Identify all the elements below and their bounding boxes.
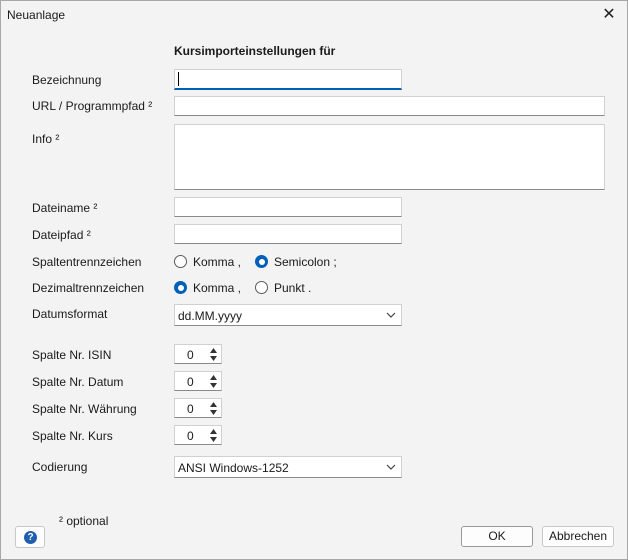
spalte-datum-label: Spalte Nr. Datum <box>32 375 124 389</box>
title-bar: Neuanlage ✕ <box>1 1 627 29</box>
help-button[interactable]: ? <box>15 526 45 548</box>
datumsformat-select[interactable]: dd.MM.yyyy <box>174 304 402 326</box>
spalte-waehrung-value: 0 <box>187 402 194 416</box>
form-heading: Kursimporteinstellungen für <box>174 44 336 58</box>
dateiname-input[interactable] <box>174 197 402 217</box>
dezimaltrenn-punkt-radio[interactable] <box>255 281 268 294</box>
spalte-kurs-stepper[interactable]: 0 <box>174 425 222 445</box>
spalte-datum-value: 0 <box>187 375 194 389</box>
codierung-value: ANSI Windows-1252 <box>178 461 289 475</box>
spalte-waehrung-label: Spalte Nr. Währung <box>32 402 137 416</box>
spin-up-icon[interactable] <box>206 427 220 435</box>
info-label: Info ² <box>32 132 60 146</box>
text-caret <box>178 72 179 86</box>
dateipfad-input[interactable] <box>174 224 402 244</box>
spaltentrenn-komma-label: Komma , <box>193 255 242 269</box>
spalte-datum-stepper[interactable]: 0 <box>174 371 222 391</box>
spalte-isin-value: 0 <box>187 348 194 362</box>
cancel-button[interactable]: Abbrechen <box>542 526 614 547</box>
close-icon[interactable]: ✕ <box>599 5 619 25</box>
chevron-down-icon <box>386 464 396 470</box>
spin-down-icon[interactable] <box>206 381 220 389</box>
spaltentrenn-komma-radio[interactable] <box>174 255 187 268</box>
spin-down-icon[interactable] <box>206 408 220 416</box>
bezeichnung-label: Bezeichnung <box>32 73 102 87</box>
dezimaltrenn-komma-radio[interactable] <box>174 281 187 294</box>
spalte-kurs-value: 0 <box>187 429 194 443</box>
spaltentrenn-semicolon-radio[interactable] <box>255 255 268 268</box>
spin-up-icon[interactable] <box>206 373 220 381</box>
dateipfad-label: Dateipfad ² <box>32 228 91 242</box>
dezimaltrenn-punkt-label: Punkt . <box>274 281 312 295</box>
info-textarea[interactable] <box>174 124 605 190</box>
help-icon: ? <box>24 531 37 544</box>
spaltentrenn-semicolon-label: Semicolon ; <box>274 255 337 269</box>
dezimaltrenn-label: Dezimaltrennzeichen <box>32 281 145 295</box>
codierung-label: Codierung <box>32 460 88 474</box>
spalte-kurs-label: Spalte Nr. Kurs <box>32 429 113 443</box>
url-label: URL / Programmpfad ² <box>32 99 153 113</box>
ok-button[interactable]: OK <box>461 526 533 547</box>
spin-up-icon[interactable] <box>206 400 220 408</box>
spalte-isin-stepper[interactable]: 0 <box>174 344 222 364</box>
optional-note: ² optional <box>59 514 109 528</box>
datumsformat-label: Datumsformat <box>32 307 108 321</box>
chevron-down-icon <box>386 312 396 318</box>
dezimaltrenn-komma-label: Komma , <box>193 281 242 295</box>
spin-down-icon[interactable] <box>206 354 220 362</box>
spin-up-icon[interactable] <box>206 346 220 354</box>
dialog-window: Neuanlage ✕ Kursimporteinstellungen für … <box>0 0 628 560</box>
codierung-select[interactable]: ANSI Windows-1252 <box>174 456 402 478</box>
bezeichnung-input[interactable] <box>174 69 402 90</box>
spalte-isin-label: Spalte Nr. ISIN <box>32 348 112 362</box>
url-input[interactable] <box>174 96 605 116</box>
spalte-waehrung-stepper[interactable]: 0 <box>174 398 222 418</box>
datumsformat-value: dd.MM.yyyy <box>178 309 243 323</box>
spaltentrenn-label: Spaltentrennzeichen <box>32 255 142 269</box>
dateiname-label: Dateiname ² <box>32 201 98 215</box>
spin-down-icon[interactable] <box>206 435 220 443</box>
window-title: Neuanlage <box>7 8 66 22</box>
